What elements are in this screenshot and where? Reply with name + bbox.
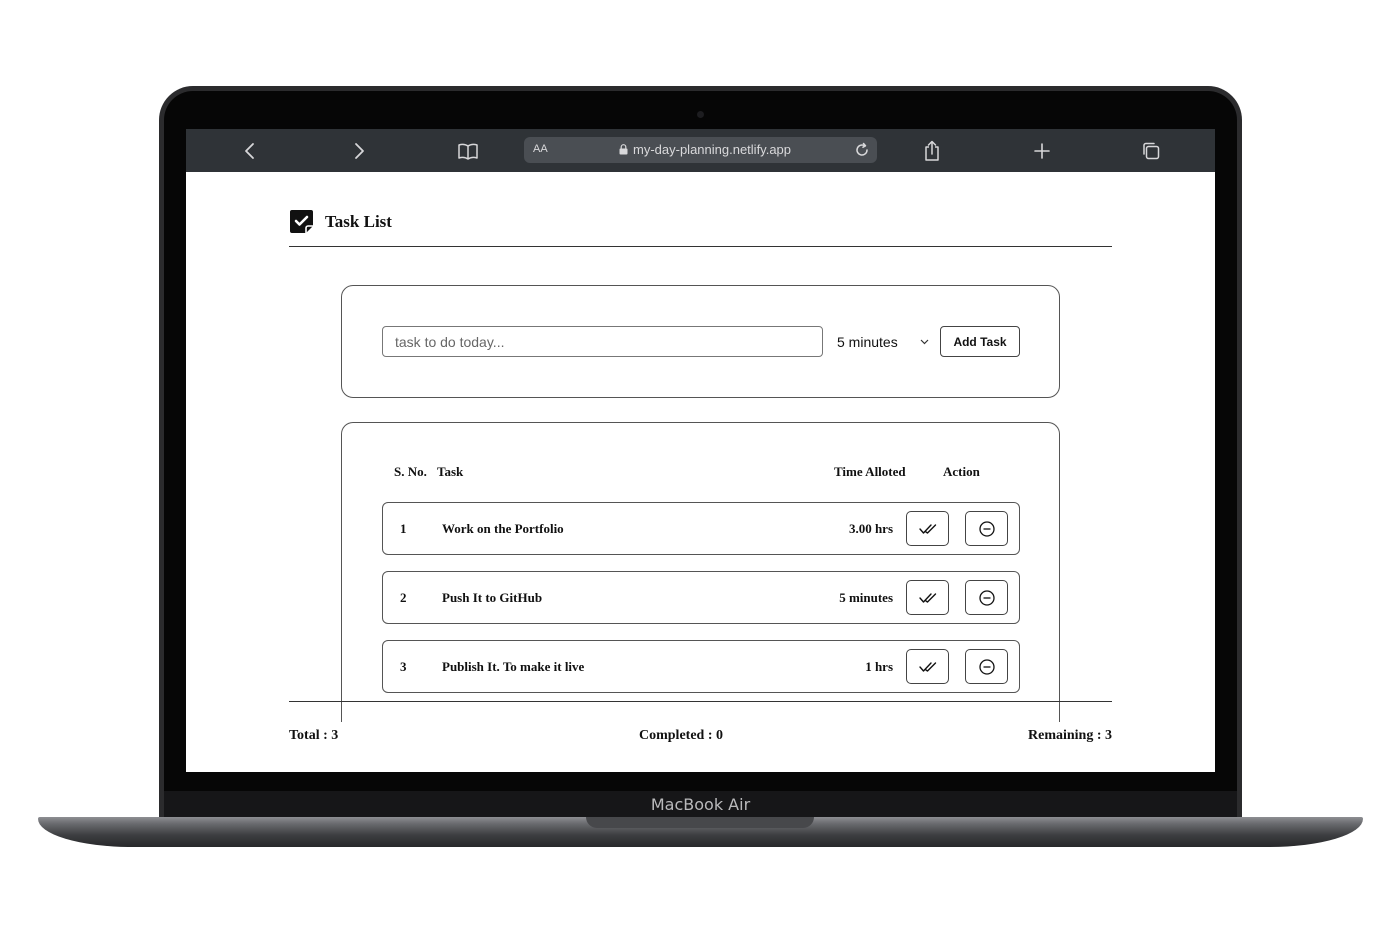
back-icon[interactable] [237,138,263,164]
row-task: Publish It. To make it live [442,659,585,674]
minus-circle-icon [978,658,995,675]
add-task-form: 5 minutes Add Task [341,285,1060,398]
row-task: Work on the Portfolio [442,521,564,536]
browser-toolbar: AA my-day-planning.netlify.app [186,129,1215,172]
row-number: 3 [400,659,407,674]
complete-button[interactable] [906,511,949,546]
col-header-time: Time Alloted [834,464,906,479]
page-title: Task List [325,211,392,231]
col-header-task: Task [437,464,464,479]
forward-icon[interactable] [346,138,372,164]
minus-circle-icon [978,520,995,537]
url-text: my-day-planning.netlify.app [633,142,792,157]
remove-button[interactable] [965,580,1008,615]
double-check-icon [918,592,936,603]
share-icon[interactable] [919,138,945,164]
footer-divider [289,701,1112,702]
table-row: 2 Push It to GitHub 5 minutes [382,571,1020,624]
reload-icon[interactable] [851,139,873,161]
address-bar[interactable]: AA my-day-planning.netlify.app [524,137,877,163]
chevron-down-icon [920,339,929,344]
task-list-logo-icon [290,210,313,233]
minus-circle-icon [978,589,995,606]
complete-button[interactable] [906,649,949,684]
reader-aa-button[interactable]: AA [533,143,548,155]
time-select-value: 5 minutes [837,333,898,350]
lock-icon [619,144,628,155]
bookmarks-icon[interactable] [455,138,481,164]
time-select[interactable]: 5 minutes [837,326,929,357]
double-check-icon [918,661,936,672]
device-brand-label: MacBook Air [650,795,751,814]
page-header: Task List [289,209,392,234]
laptop-notch [586,817,814,828]
table-row: 1 Work on the Portfolio 3.00 hrs [382,502,1020,555]
new-tab-icon[interactable] [1029,138,1055,164]
row-time: 5 minutes [839,590,893,605]
row-time: 3.00 hrs [848,521,893,536]
remove-button[interactable] [965,511,1008,546]
header-divider [289,246,1112,247]
camera-dot [697,111,704,118]
double-check-icon [918,523,936,534]
table-row: 3 Publish It. To make it live 1 hrs [382,640,1020,693]
row-number: 2 [400,590,407,605]
total-count: Total : 3 [289,728,339,743]
complete-button[interactable] [906,580,949,615]
tabs-icon[interactable] [1138,138,1164,164]
row-task: Push It to GitHub [442,590,543,605]
col-header-sno: S. No. [394,464,427,479]
task-list-card: S. No. Task Time Alloted Action 1 Work o… [341,422,1060,722]
add-task-button[interactable]: Add Task [940,326,1020,357]
completed-count: Completed : 0 [639,728,723,743]
browser-screen: AA my-day-planning.netlify.app Task List [186,129,1215,772]
row-time: 1 hrs [865,659,893,674]
row-number: 1 [400,521,407,536]
task-input[interactable] [382,326,823,357]
col-header-action: Action [943,464,980,479]
remove-button[interactable] [965,649,1008,684]
remaining-count: Remaining : 3 [1028,728,1112,743]
